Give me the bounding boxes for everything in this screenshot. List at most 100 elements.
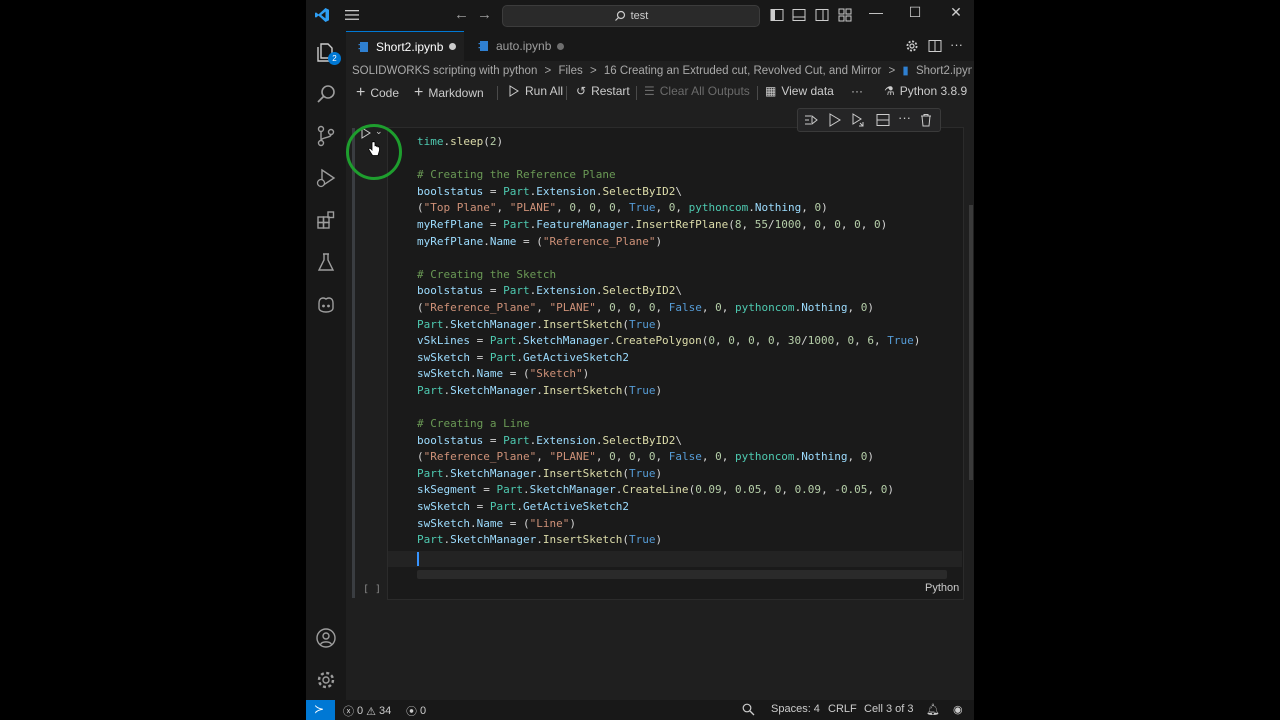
- execution-count: [ ]: [363, 584, 382, 595]
- breadcrumb: SOLIDWORKS scripting with python > Files…: [352, 63, 972, 81]
- source-control-icon[interactable]: [315, 125, 337, 147]
- forward-arrow-icon[interactable]: →: [477, 6, 492, 23]
- view-data-button[interactable]: ▦ View data: [765, 84, 834, 98]
- horizontal-scrollbar[interactable]: [417, 570, 947, 579]
- split-editor-icon[interactable]: [928, 39, 942, 53]
- breadcrumb-item[interactable]: 16 Creating an Extruded cut, Revolved Cu…: [604, 65, 881, 77]
- error-icon: ⓧ: [343, 706, 354, 718]
- menu-icon[interactable]: [344, 8, 360, 22]
- cell-code[interactable]: time.sleep(2) # Creating the Reference P…: [417, 134, 920, 549]
- back-arrow-icon[interactable]: ←: [454, 6, 469, 23]
- code-line[interactable]: myRefPlane = Part.FeatureManager.InsertR…: [417, 217, 920, 234]
- unsaved-dot-icon[interactable]: [449, 43, 457, 50]
- add-markdown-cell-button[interactable]: + Markdown: [414, 84, 484, 102]
- code-line[interactable]: ("Reference_Plane", "PLANE", 0, 0, 0, Fa…: [417, 449, 920, 466]
- testing-flask-icon[interactable]: [315, 251, 337, 273]
- copilot-icon[interactable]: [315, 293, 337, 315]
- code-line[interactable]: Part.SketchManager.InsertSketch(True): [417, 383, 920, 400]
- search-icon[interactable]: [315, 83, 337, 105]
- code-line[interactable]: swSketch.Name = ("Line"): [417, 516, 920, 533]
- toggle-panel-icon[interactable]: [792, 8, 806, 22]
- copilot-status-icon[interactable]: ◉: [953, 703, 963, 716]
- code-line[interactable]: Part.SketchManager.InsertSketch(True): [417, 466, 920, 483]
- minimize-button[interactable]: —: [864, 4, 888, 20]
- search-text: test: [630, 10, 649, 22]
- problems-indicator[interactable]: ⓧ 0 ⚠ 34: [343, 703, 391, 719]
- toolbar-divider: [636, 86, 637, 100]
- plus-icon: +: [414, 84, 424, 101]
- code-line[interactable]: time.sleep(2): [417, 134, 920, 151]
- breadcrumb-item[interactable]: Short2.ipynb: [916, 65, 972, 77]
- code-line[interactable]: myRefPlane.Name = ("Reference_Plane"): [417, 234, 920, 251]
- cell-toolbar: ···: [797, 108, 941, 132]
- play-icon: [509, 85, 519, 97]
- kernel-picker[interactable]: ⚗ Python 3.8.9: [884, 84, 967, 98]
- code-comment-line[interactable]: # Creating the Sketch: [417, 267, 920, 284]
- settings-gear-icon[interactable]: [905, 39, 919, 53]
- vscode-window: ← → test — ☐ ✕ 2 Short2.ipynb auto.ipynb…: [306, 0, 974, 720]
- code-line[interactable]: vSkLines = Part.SketchManager.CreatePoly…: [417, 333, 920, 350]
- remote-icon: ≻: [314, 702, 325, 716]
- broadcast-icon: ⦿: [406, 706, 417, 718]
- code-line[interactable]: boolstatus = Part.Extension.SelectByID2\: [417, 283, 920, 300]
- maximize-button[interactable]: ☐: [903, 4, 927, 21]
- run-all-label: Run All: [525, 84, 564, 98]
- command-center-search[interactable]: test: [502, 5, 760, 27]
- restart-label: Restart: [591, 84, 630, 98]
- more-toolbar-actions[interactable]: ···: [851, 84, 863, 98]
- tab-short2[interactable]: Short2.ipynb: [346, 31, 464, 61]
- split-cell-icon[interactable]: [876, 113, 890, 127]
- run-and-debug-icon[interactable]: [315, 167, 337, 189]
- code-line[interactable]: ("Top Plane", "PLANE", 0, 0, 0, True, 0,…: [417, 200, 920, 217]
- customize-layout-icon[interactable]: [838, 8, 852, 22]
- code-comment-line[interactable]: # Creating a Line: [417, 416, 920, 433]
- eol-indicator[interactable]: CRLF: [828, 703, 857, 715]
- extensions-icon[interactable]: [315, 209, 337, 231]
- indentation-indicator[interactable]: Spaces: 4: [771, 703, 820, 715]
- zoom-icon[interactable]: [742, 703, 755, 716]
- toggle-primary-sidebar-icon[interactable]: [770, 8, 784, 22]
- vertical-scrollbar[interactable]: [969, 205, 973, 480]
- code-comment-line[interactable]: # Creating the Reference Plane: [417, 167, 920, 184]
- notifications-bell-icon[interactable]: 🔔︎: [926, 703, 940, 716]
- more-actions-icon[interactable]: ···: [950, 37, 963, 52]
- toolbar-divider: [566, 86, 567, 100]
- execute-and-below-icon[interactable]: [851, 113, 865, 127]
- cell-position-indicator[interactable]: Cell 3 of 3: [864, 703, 914, 715]
- ports-indicator[interactable]: ⦿ 0: [406, 703, 426, 719]
- code-line[interactable]: [417, 151, 920, 168]
- execute-cell-below-icon[interactable]: [828, 113, 842, 127]
- toggle-secondary-sidebar-icon[interactable]: [815, 8, 829, 22]
- code-line[interactable]: [417, 400, 920, 417]
- cell-language[interactable]: Python: [925, 582, 959, 594]
- code-line[interactable]: skSegment = Part.SketchManager.CreateLin…: [417, 482, 920, 499]
- code-line[interactable]: swSketch = Part.GetActiveSketch2: [417, 350, 920, 367]
- close-button[interactable]: ✕: [944, 4, 968, 21]
- add-code-cell-button[interactable]: + Code: [356, 84, 399, 102]
- code-line[interactable]: Part.SketchManager.InsertSketch(True): [417, 532, 920, 549]
- code-line[interactable]: swSketch = Part.GetActiveSketch2: [417, 499, 920, 516]
- code-line[interactable]: [417, 250, 920, 267]
- code-line[interactable]: swSketch.Name = ("Sketch"): [417, 366, 920, 383]
- accounts-icon[interactable]: [315, 627, 337, 649]
- code-line[interactable]: boolstatus = Part.Extension.SelectByID2\: [417, 433, 920, 450]
- restart-button[interactable]: ↺ Restart: [576, 84, 630, 98]
- delete-cell-icon[interactable]: [919, 113, 933, 127]
- code-line[interactable]: ("Reference_Plane", "PLANE", 0, 0, 0, Fa…: [417, 300, 920, 317]
- breadcrumb-item[interactable]: SOLIDWORKS scripting with python: [352, 65, 537, 77]
- tab-label: Short2.ipynb: [376, 39, 444, 54]
- execute-above-icon[interactable]: [804, 113, 818, 127]
- code-line[interactable]: Part.SketchManager.InsertSketch(True): [417, 317, 920, 334]
- more-cell-actions-icon[interactable]: ···: [898, 110, 911, 125]
- tab-auto[interactable]: auto.ipynb: [468, 31, 572, 61]
- unsaved-dot-icon[interactable]: [557, 42, 565, 50]
- clear-all-outputs-button[interactable]: ☰ Clear All Outputs: [644, 84, 750, 98]
- run-all-button[interactable]: Run All: [508, 84, 563, 98]
- remote-indicator[interactable]: ≻: [306, 700, 335, 720]
- breadcrumb-item[interactable]: Files: [558, 65, 582, 77]
- status-bar: ≻ ⓧ 0 ⚠ 34 ⦿ 0 Spaces: 4 CRLF Cell 3 of …: [306, 700, 974, 720]
- vscode-logo-icon: [315, 8, 329, 22]
- text-cursor: [417, 552, 419, 566]
- code-line[interactable]: boolstatus = Part.Extension.SelectByID2\: [417, 184, 920, 201]
- manage-gear-icon[interactable]: [315, 669, 337, 691]
